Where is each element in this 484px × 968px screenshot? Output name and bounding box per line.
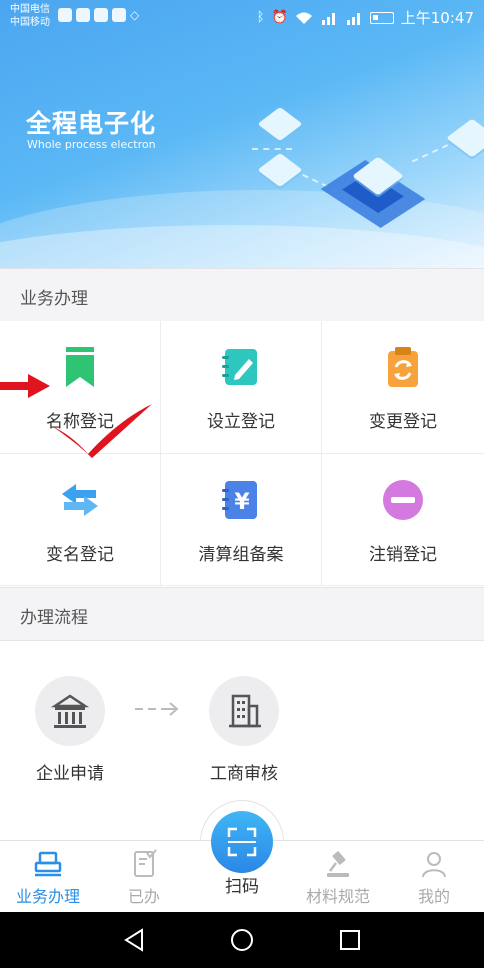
step-label: 企业申请 [36,764,104,784]
recent-apps-icon[interactable] [336,926,364,954]
home-icon[interactable] [228,926,256,954]
back-icon[interactable] [120,926,148,954]
hero-banner: 中国电信 中国移动 ◇ ᛒ ⏰ 上午10:47 全程电子化 Whole proc… [0,0,484,268]
document-check-icon [134,849,157,877]
cube-decoration [257,152,303,188]
alarm-icon: ⏰ [271,10,288,25]
scan-frame-icon [227,827,257,857]
tab-materials[interactable]: 材料规范 [290,841,386,913]
services-section-header: 业务办理 [0,268,484,322]
swap-arrows-icon [62,484,98,516]
system-nav-bar [0,912,484,968]
notebook-pen-icon [222,349,257,385]
tab-services[interactable]: 业务办理 [0,841,96,913]
app-notification-icon [58,8,72,22]
app-notification-icon [112,8,126,22]
signal-4g-icon [321,12,335,25]
carrier-1: 中国电信 [10,4,50,15]
dashed-line [411,139,459,163]
tab-label: 材料规范 [305,887,370,906]
tab-label: 业务办理 [15,887,80,906]
status-right: ᛒ ⏰ 上午10:47 [257,7,474,28]
tab-mine[interactable]: 我的 [386,841,482,913]
clock: 上午10:47 [400,9,474,27]
cube-decoration [446,118,484,158]
gavel-icon [327,851,349,877]
bookmark-icon [66,347,94,387]
office-building-icon [229,694,261,728]
process-section-header: 办理流程 [0,587,484,641]
service-rename-registration[interactable]: 变名登记 [0,454,161,586]
scan-button[interactable] [211,811,273,873]
tab-completed[interactable]: 已办 [96,841,192,913]
step-business-review [209,676,279,746]
service-label: 设立登记 [207,412,275,432]
service-label: 注销登记 [369,545,437,565]
service-liquidation-filing[interactable]: ¥ 清算组备案 [161,454,322,586]
tab-label: 已办 [127,887,160,906]
clipboard-refresh-icon [388,347,418,387]
annotation-arrow-icon [0,374,50,398]
printer-desk-icon [34,851,62,877]
notification-icons: ◇ [58,8,144,22]
signal-2g-icon [346,12,360,25]
service-establishment-registration[interactable]: 设立登记 [161,321,322,454]
app-notification-icon [76,8,90,22]
person-icon [422,852,446,878]
step-label: 工商审核 [210,764,278,784]
service-label: 清算组备案 [198,545,284,565]
dashed-line [252,148,292,150]
service-cancellation-registration[interactable]: 注销登记 [322,454,484,586]
service-change-registration[interactable]: 变更登记 [322,321,484,454]
bank-building-icon [50,694,90,728]
banner-subtitle: Whole process electron [27,138,156,151]
yuan-ledger-icon: ¥ [222,481,257,519]
step-enterprise-application [35,676,105,746]
carrier-info: 中国电信 中国移动 [10,3,50,29]
annotation-checkmark-icon [52,404,152,458]
scan-label: 扫码 [225,877,259,897]
wifi-icon [295,12,312,24]
banner-title: 全程电子化 [26,109,157,138]
process-header-label: 办理流程 [20,608,88,628]
service-label: 变更登记 [369,412,437,432]
app-notification-icon [94,8,108,22]
svg-text:¥: ¥ [234,490,250,515]
dashed-arrow-icon [135,702,179,716]
tab-label: 我的 [417,887,450,906]
cube-decoration [257,106,303,142]
carrier-2: 中国移动 [10,17,50,28]
status-bar: 中国电信 中国移动 ◇ ᛒ ⏰ 上午10:47 [0,0,484,34]
service-label: 变名登记 [46,545,114,565]
services-header-label: 业务办理 [20,289,88,309]
bluetooth-icon: ᛒ [256,10,265,25]
minus-circle-icon [383,480,423,520]
battery-icon [369,11,394,24]
app-notification-icon: ◇ [130,8,140,22]
